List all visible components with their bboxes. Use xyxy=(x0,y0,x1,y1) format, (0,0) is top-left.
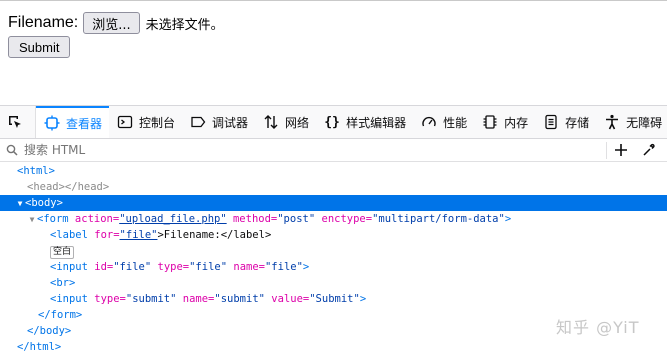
tab-storage[interactable]: 存储 xyxy=(535,106,596,138)
tag-text: >Filename:</label> xyxy=(157,229,272,241)
tab-label: 控制台 xyxy=(139,115,176,130)
tag-text: <label xyxy=(50,229,88,241)
accessibility-icon xyxy=(603,113,621,131)
tree-node-input-submit[interactable]: <input type="submit" name="submit" value… xyxy=(0,291,667,307)
whitespace-badge: 空白 xyxy=(50,246,75,259)
html-search-input[interactable] xyxy=(24,143,584,157)
attr-value-link[interactable]: "file" xyxy=(120,229,158,241)
filename-label: Filename: xyxy=(8,14,79,31)
devtools-toolbar: 查看器 控制台 调试器 网络 {} 样式编辑器 性能 内存 存储 无障碍 xyxy=(0,106,667,139)
attr-name: id= xyxy=(87,261,114,273)
attr-value: "Submit" xyxy=(309,293,360,305)
tag-text: > xyxy=(359,293,367,305)
search-icon xyxy=(6,144,22,156)
tag-text: > xyxy=(504,213,512,225)
tree-node-label[interactable]: <label for="file">Filename:</label> xyxy=(0,227,667,243)
toolbar-divider xyxy=(606,142,607,159)
tag-text: <input xyxy=(50,293,88,305)
expand-arrow-icon[interactable]: ▼ xyxy=(27,212,37,228)
tab-inspector[interactable]: 查看器 xyxy=(36,106,110,138)
tab-label: 网络 xyxy=(285,115,310,130)
attr-name: action= xyxy=(68,213,120,225)
tag-text: </html> xyxy=(17,341,62,353)
eyedropper-button[interactable] xyxy=(640,141,658,159)
tree-node-head[interactable]: <head></head> xyxy=(0,179,667,195)
attr-name: for= xyxy=(87,229,120,241)
add-node-button[interactable] xyxy=(612,141,630,159)
tab-style-editor[interactable]: {} 样式编辑器 xyxy=(316,106,413,138)
attr-value-link[interactable]: "upload_file.php" xyxy=(119,213,226,225)
attr-value: "file" xyxy=(264,261,303,273)
tab-console[interactable]: 控制台 xyxy=(109,106,182,138)
file-upload-row: Filename: 浏览... 未选择文件。 xyxy=(8,11,224,35)
eyedropper-icon xyxy=(643,143,655,156)
storage-icon xyxy=(542,113,560,131)
expand-arrow-icon[interactable]: ▼ xyxy=(15,196,25,212)
tree-node-whitespace[interactable]: 空白 xyxy=(0,243,667,259)
tree-node-input-file[interactable]: <input id="file" type="file" name="file"… xyxy=(0,259,667,275)
submit-button[interactable]: Submit xyxy=(8,36,71,58)
attr-value: "post" xyxy=(277,213,316,225)
html-search-bar xyxy=(0,139,667,162)
tab-memory[interactable]: 内存 xyxy=(474,106,535,138)
tab-label: 无障碍 xyxy=(626,115,663,130)
screenshot: Filename: 浏览... 未选择文件。 Submit 查看器 控制台 调试… xyxy=(0,0,667,354)
attr-name: type= xyxy=(87,293,126,305)
tag-text: > xyxy=(302,261,310,273)
tree-node-br[interactable]: <br> xyxy=(0,275,667,291)
tab-label: 性能 xyxy=(443,115,468,130)
tab-network[interactable]: 网络 xyxy=(255,106,316,138)
attr-value: "file" xyxy=(113,261,152,273)
tab-label: 样式编辑器 xyxy=(346,115,407,130)
style-editor-icon: {} xyxy=(324,114,340,130)
tag-text: <body> xyxy=(25,197,63,209)
tag-text: <head></head> xyxy=(27,181,110,193)
tab-accessibility[interactable]: 无障碍 xyxy=(596,106,667,138)
memory-icon xyxy=(481,113,499,131)
attr-name: value= xyxy=(264,293,310,305)
tab-debugger[interactable]: 调试器 xyxy=(182,106,255,138)
performance-icon xyxy=(420,113,438,131)
tab-label: 查看器 xyxy=(66,116,103,131)
tag-text: <input xyxy=(50,261,88,273)
rendered-page: Filename: 浏览... 未选择文件。 Submit xyxy=(0,1,667,105)
tab-label: 内存 xyxy=(504,115,529,130)
browse-button[interactable]: 浏览... xyxy=(83,12,140,34)
attr-name: enctype= xyxy=(315,213,373,225)
watermark: 知乎 @YiT xyxy=(556,318,640,337)
no-file-selected-text: 未选择文件。 xyxy=(145,17,224,33)
tab-label: 存储 xyxy=(565,115,590,130)
element-picker-button[interactable] xyxy=(0,106,36,138)
tab-label: 调试器 xyxy=(212,115,249,130)
tree-node-body-selected[interactable]: ▼ <body> xyxy=(0,195,667,211)
inspector-icon xyxy=(43,114,61,132)
attr-name: method= xyxy=(226,213,278,225)
attr-value: "submit" xyxy=(125,293,177,305)
tree-node-html[interactable]: <html> xyxy=(0,163,667,179)
attr-name: type= xyxy=(151,261,190,273)
attr-name: name= xyxy=(227,261,265,273)
tag-text: <br> xyxy=(50,277,76,289)
plus-icon xyxy=(615,144,627,156)
tree-node-html-close[interactable]: </html> xyxy=(0,339,667,354)
tag-text: <html> xyxy=(17,165,55,177)
network-icon xyxy=(262,113,280,131)
element-picker-icon xyxy=(6,113,24,131)
tag-text: <form xyxy=(37,213,69,225)
attr-value: "multipart/form-data" xyxy=(372,213,505,225)
attr-name: name= xyxy=(176,293,215,305)
tree-node-form[interactable]: ▼ <form action="upload_file.php" method="… xyxy=(0,211,667,227)
console-icon xyxy=(116,113,134,131)
debugger-icon xyxy=(189,113,207,131)
attr-value: "submit" xyxy=(214,293,265,305)
tag-text: </form> xyxy=(38,309,83,321)
tag-text: </body> xyxy=(27,325,72,337)
tab-performance[interactable]: 性能 xyxy=(413,106,474,138)
attr-value: "file" xyxy=(189,261,228,273)
